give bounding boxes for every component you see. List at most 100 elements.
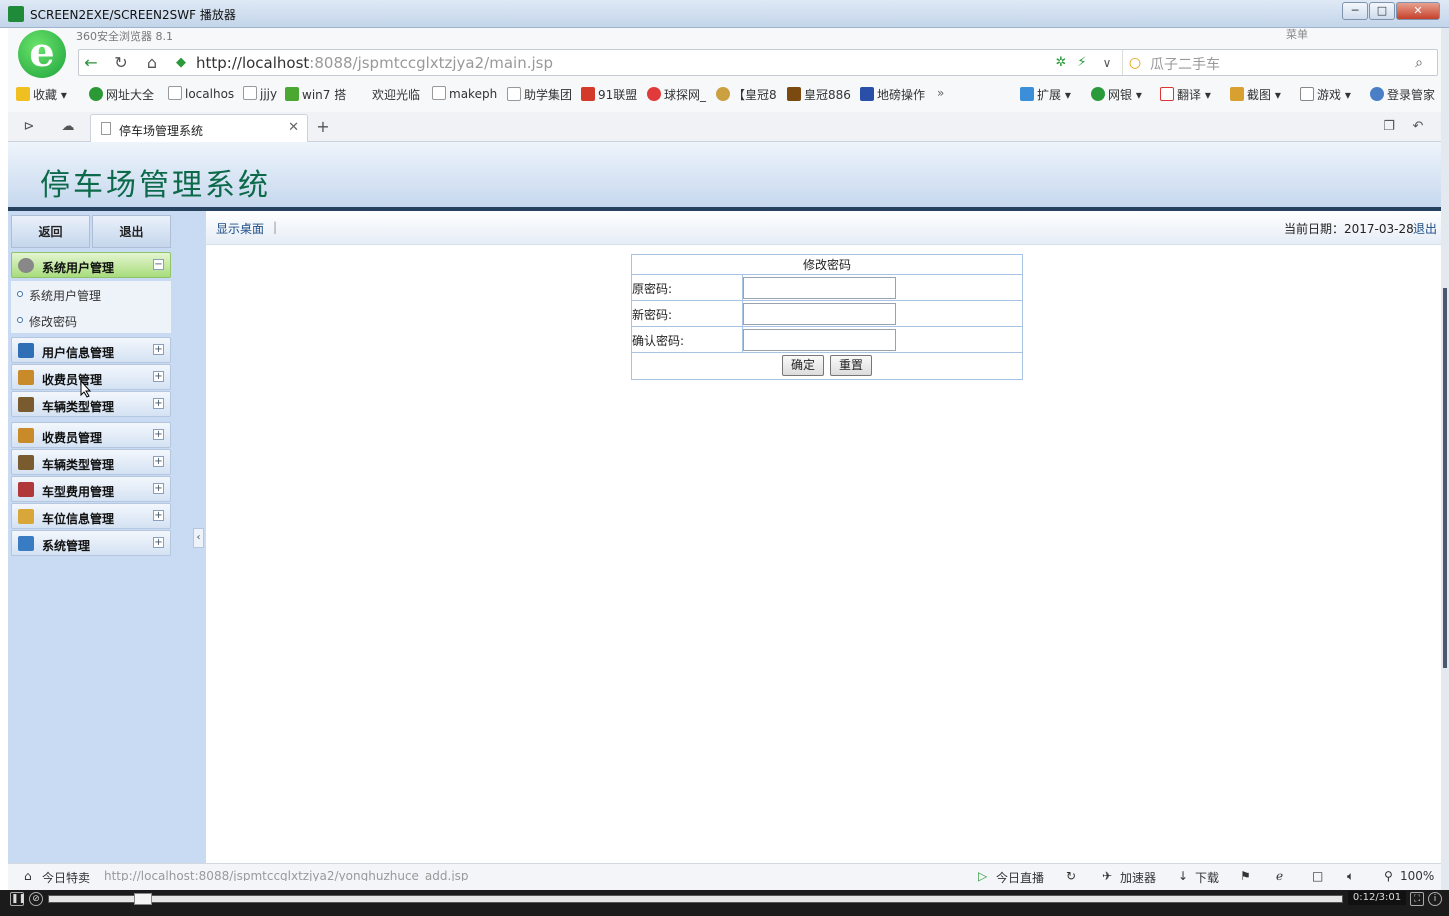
search-input[interactable]: 瓜子二手车 — [1150, 54, 1220, 74]
expand-icon[interactable]: + — [153, 483, 164, 494]
submit-button[interactable]: 确定 — [782, 355, 824, 376]
window-icon[interactable]: □ — [1312, 869, 1323, 883]
tool-item[interactable]: 登录管家 — [1370, 86, 1435, 103]
content-topbar — [206, 211, 1441, 245]
playback-time: 0:12/3:01 — [1348, 891, 1406, 905]
sidebar-group-label: 用户信息管理 — [42, 346, 115, 360]
player-app-icon — [8, 6, 24, 22]
bookmark-item[interactable]: 皇冠886 — [787, 86, 851, 103]
close-button[interactable]: ✕ — [1396, 2, 1440, 20]
progress-thumb[interactable] — [134, 893, 152, 905]
home-icon[interactable]: ⌂ — [141, 52, 163, 74]
zoom-level[interactable]: 100% — [1400, 869, 1434, 883]
tool-label: 网银 — [1108, 88, 1133, 102]
expand-icon[interactable]: + — [153, 429, 164, 440]
expand-icon[interactable]: + — [153, 456, 164, 467]
bookmark-item[interactable]: 欢迎光临 — [372, 86, 420, 103]
chevron-down-icon[interactable]: ∨ — [1096, 52, 1118, 74]
bookmark-item[interactable]: jjjy — [243, 86, 277, 101]
change-password-form: 修改密码 原密码: 新密码: 确认密码: 确定 重置 — [631, 254, 1023, 380]
expand-icon[interactable]: + — [153, 398, 164, 409]
scrollbar[interactable] — [1441, 28, 1449, 890]
flag-icon[interactable]: ⚑ — [1240, 869, 1251, 883]
tool-item[interactable]: 扩展 ▾ — [1020, 86, 1071, 103]
lightning-icon[interactable]: ⚡ — [1071, 52, 1093, 74]
expand-icon[interactable]: + — [153, 371, 164, 382]
volume-icon[interactable]: 🔈︎ — [1347, 869, 1354, 884]
bookmark-item[interactable]: 91联盟 — [581, 86, 637, 103]
back-button[interactable]: 返回 — [11, 215, 90, 248]
url-text[interactable]: http://localhost:8088/jspmtccglxtzjya2/m… — [196, 54, 553, 72]
tab-list-icon[interactable]: ❐ — [1378, 116, 1400, 138]
fullscreen-icon[interactable]: ⛶ — [1410, 892, 1424, 906]
sidebar-group-toll-collector[interactable]: 收费员管理 + — [11, 422, 171, 448]
daily-deals-link[interactable]: 今日特卖 — [42, 869, 90, 886]
sidebar-item-system-users[interactable]: 系统用户管理 — [11, 281, 171, 307]
refresh-status-icon[interactable]: ↻ — [1066, 869, 1076, 883]
accelerator-link[interactable]: 加速器 — [1120, 869, 1156, 886]
sidebar-group-user-info[interactable]: 用户信息管理 + — [11, 337, 171, 363]
bookmark-favorites[interactable]: 收藏 ▾ — [16, 86, 67, 103]
page-icon — [432, 86, 446, 100]
minimize-button[interactable]: ─ — [1342, 2, 1368, 20]
collapse-sidebar-icon[interactable]: ‹ — [193, 528, 204, 548]
collapse-icon[interactable]: − — [153, 259, 164, 270]
search-icon[interactable]: ⌕ — [1408, 52, 1430, 74]
undo-icon[interactable]: ↶ — [1407, 116, 1429, 138]
sidebar-group-system-users[interactable]: 系统用户管理 − — [11, 252, 171, 278]
more-bookmarks-icon[interactable]: » — [937, 86, 944, 100]
expand-icon[interactable]: + — [153, 344, 164, 355]
bookmark-item[interactable]: 地磅操作 — [860, 86, 925, 103]
bookmark-item[interactable]: 球探网_ — [647, 86, 706, 103]
bookmark-item[interactable]: makeph — [432, 86, 497, 101]
bookmark-item[interactable]: localhos — [168, 86, 234, 101]
bookmark-label: 欢迎光临 — [372, 88, 421, 102]
new-password-input[interactable] — [743, 303, 896, 325]
sidebar-group-vehicle-type[interactable]: 车辆类型管理 + — [11, 449, 171, 475]
old-password-input[interactable] — [743, 277, 896, 299]
sidebar-item-change-password[interactable]: 修改密码 — [11, 307, 171, 333]
confirm-password-input[interactable] — [743, 329, 896, 351]
translate-icon — [1160, 87, 1174, 101]
stop-icon[interactable]: ⊘ — [29, 892, 43, 906]
exit-button[interactable]: 退出 — [92, 215, 171, 248]
maximize-button[interactable]: □ — [1369, 2, 1395, 20]
new-tab-icon[interactable]: + — [312, 116, 334, 138]
live-link[interactable]: 今日直播 — [996, 869, 1044, 886]
search-engine-icon[interactable]: ○ — [1124, 52, 1146, 74]
bookmark-item[interactable]: 网址大全 — [89, 86, 154, 103]
info-icon[interactable]: i — [1428, 892, 1442, 906]
back-arrow-icon[interactable]: ← — [80, 52, 102, 74]
browser-menu[interactable]: 菜单 — [1286, 26, 1308, 42]
sidebar-group-vehicle-fee[interactable]: 车型费用管理 + — [11, 476, 171, 502]
close-tab-icon[interactable]: ✕ — [288, 120, 299, 135]
cloud-icon[interactable]: ☁ — [57, 116, 79, 138]
pause-icon[interactable]: ❚❚ — [10, 892, 26, 906]
download-link[interactable]: 下载 — [1195, 869, 1219, 886]
tool-item[interactable]: 游戏 ▾ — [1300, 86, 1351, 103]
url-path: :8088/jspmtccglxtzjya2/main.jsp — [309, 54, 553, 72]
logout-link[interactable]: 退出 — [1413, 220, 1437, 237]
sidebar-toggle-icon[interactable]: ⊳ — [18, 116, 40, 138]
bookmark-item[interactable]: 【皇冠8 — [716, 86, 777, 103]
alliance-icon — [581, 87, 595, 101]
reset-button[interactable]: 重置 — [830, 355, 872, 376]
expand-icon[interactable]: + — [153, 510, 164, 521]
sidebar-group-system[interactable]: 系统管理 + — [11, 530, 171, 556]
page-icon — [101, 122, 111, 135]
expand-icon[interactable]: + — [153, 537, 164, 548]
ie-icon[interactable]: ℯ — [1276, 869, 1283, 883]
tool-item[interactable]: 截图 ▾ — [1230, 86, 1281, 103]
tab-main[interactable]: 停车场管理系统 ✕ — [90, 114, 308, 142]
sidebar-group-parking-space[interactable]: 车位信息管理 + — [11, 503, 171, 529]
scrollbar-thumb[interactable] — [1443, 288, 1447, 668]
tool-item[interactable]: 网银 ▾ — [1091, 86, 1142, 103]
show-desktop-link[interactable]: 显示桌面 — [216, 220, 264, 237]
tool-item[interactable]: 翻译 ▾ — [1160, 86, 1211, 103]
speed-icon[interactable]: ✲ — [1050, 52, 1072, 74]
progress-track[interactable] — [48, 895, 1343, 903]
refresh-icon[interactable]: ↻ — [110, 52, 132, 74]
bookmark-item[interactable]: 助学集团 — [507, 86, 572, 103]
bank-icon — [1091, 87, 1105, 101]
bookmark-item[interactable]: win7 搭 — [285, 86, 346, 103]
